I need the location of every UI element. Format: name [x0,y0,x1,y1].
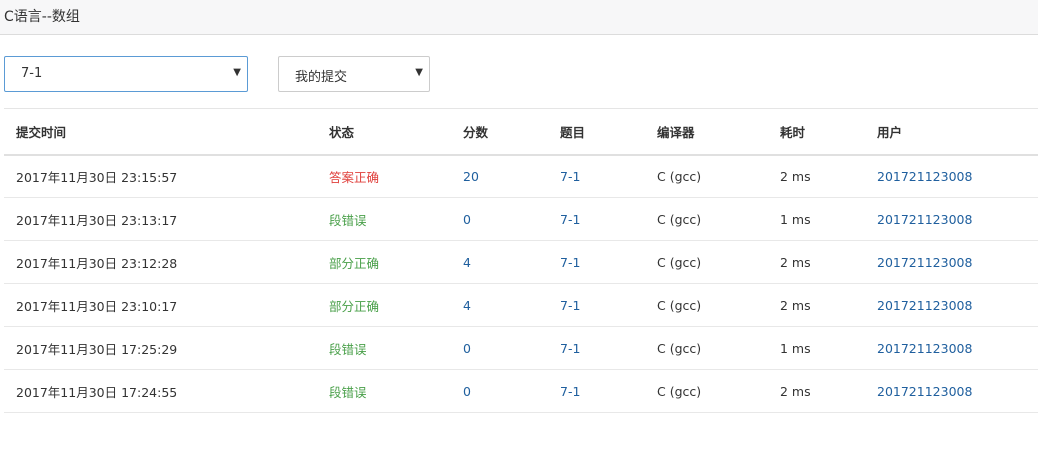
cell-user-link[interactable]: 201721123008 [865,241,1038,284]
cell-status[interactable]: 答案正确 [317,155,451,198]
cell-submit-time: 2017年11月30日 23:10:17 [16,298,178,314]
caret-down-icon: ▼ [233,67,241,78]
cell-score[interactable]: 0 [451,370,548,413]
top-bar: C语言--数组 [0,0,1038,35]
table-row: 2017年11月30日 23:13:17 段错误 0 7-1 C (gcc) 1 ms 20… [4,198,1038,241]
cell-submit-time: 2017年11月30日 17:25:29 [16,341,178,357]
submissions-table: 提交时间 状态 分数 题目 编译器 耗时 用户 2017年11月30日 23:1… [4,108,1038,413]
problem-select[interactable]: 7-1 ▼ [4,56,248,92]
cell-user-link[interactable]: 201721123008 [865,327,1038,370]
cell-user-link[interactable]: 201721123008 [865,370,1038,413]
cell-compiler: C (gcc) [657,383,702,399]
cell-compiler: C (gcc) [657,211,702,227]
cell-compiler: C (gcc) [657,340,702,356]
cell-problem-link[interactable]: 7-1 [548,284,645,327]
cell-status[interactable]: 段错误 [317,327,451,370]
cell-elapsed: 1 ms [780,211,811,227]
table-header-row: 提交时间 状态 分数 题目 编译器 耗时 用户 [4,108,1038,155]
cell-compiler: C (gcc) [657,254,702,270]
column-header-time: 提交时间 [16,124,67,140]
cell-compiler: C (gcc) [657,297,702,313]
cell-problem-link[interactable]: 7-1 [548,370,645,413]
cell-problem-link[interactable]: 7-1 [548,327,645,370]
scope-select[interactable]: 我的提交 ▼ [278,56,430,92]
cell-elapsed: 2 ms [780,383,811,399]
caret-down-icon: ▼ [415,67,423,78]
column-header-score: 分数 [463,124,489,140]
cell-problem-link[interactable]: 7-1 [548,155,645,198]
column-header-user: 用户 [877,124,903,140]
table-body: 2017年11月30日 23:15:57 答案正确 20 7-1 C (gcc) 2 ms… [4,155,1038,413]
problem-select-value: 7-1 [21,66,43,81]
cell-score[interactable]: 0 [451,198,548,241]
column-header-elapsed: 耗时 [780,124,806,140]
table-row: 2017年11月30日 23:10:17 部分正确 4 7-1 C (gcc) 2 ms 2… [4,284,1038,327]
cell-elapsed: 1 ms [780,340,811,356]
cell-problem-link[interactable]: 7-1 [548,241,645,284]
cell-submit-time: 2017年11月30日 17:24:55 [16,384,178,400]
cell-status[interactable]: 段错误 [317,370,451,413]
cell-submit-time: 2017年11月30日 23:15:57 [16,169,178,185]
cell-score[interactable]: 0 [451,327,548,370]
cell-status[interactable]: 部分正确 [317,284,451,327]
table-row: 2017年11月30日 17:25:29 段错误 0 7-1 C (gcc) 1 ms 20… [4,327,1038,370]
cell-compiler: C (gcc) [657,168,702,184]
submissions-table-wrapper: 提交时间 状态 分数 题目 编译器 耗时 用户 2017年11月30日 23:1… [4,108,1038,413]
cell-status[interactable]: 段错误 [317,198,451,241]
cell-score[interactable]: 20 [451,155,548,198]
table-row: 2017年11月30日 23:12:28 部分正确 4 7-1 C (gcc) 2 ms 2… [4,241,1038,284]
cell-status[interactable]: 部分正确 [317,241,451,284]
cell-user-link[interactable]: 201721123008 [865,284,1038,327]
cell-user-link[interactable]: 201721123008 [865,198,1038,241]
column-header-problem: 题目 [560,124,586,140]
scope-select-value: 我的提交 [295,70,348,85]
cell-elapsed: 2 ms [780,254,811,270]
filter-bar: 7-1 ▼ 我的提交 ▼ [0,56,1038,92]
cell-problem-link[interactable]: 7-1 [548,198,645,241]
cell-submit-time: 2017年11月30日 23:13:17 [16,212,178,228]
table-row: 2017年11月30日 23:15:57 答案正确 20 7-1 C (gcc) 2 ms… [4,155,1038,198]
column-header-status: 状态 [329,124,355,140]
table-row: 2017年11月30日 17:24:55 段错误 0 7-1 C (gcc) 2 ms 20… [4,370,1038,413]
cell-score[interactable]: 4 [451,284,548,327]
column-header-compiler: 编译器 [657,124,695,140]
cell-elapsed: 2 ms [780,168,811,184]
page-title: C语言--数组 [4,9,80,25]
cell-user-link[interactable]: 201721123008 [865,155,1038,198]
cell-submit-time: 2017年11月30日 23:12:28 [16,255,178,271]
cell-score[interactable]: 4 [451,241,548,284]
cell-elapsed: 2 ms [780,297,811,313]
